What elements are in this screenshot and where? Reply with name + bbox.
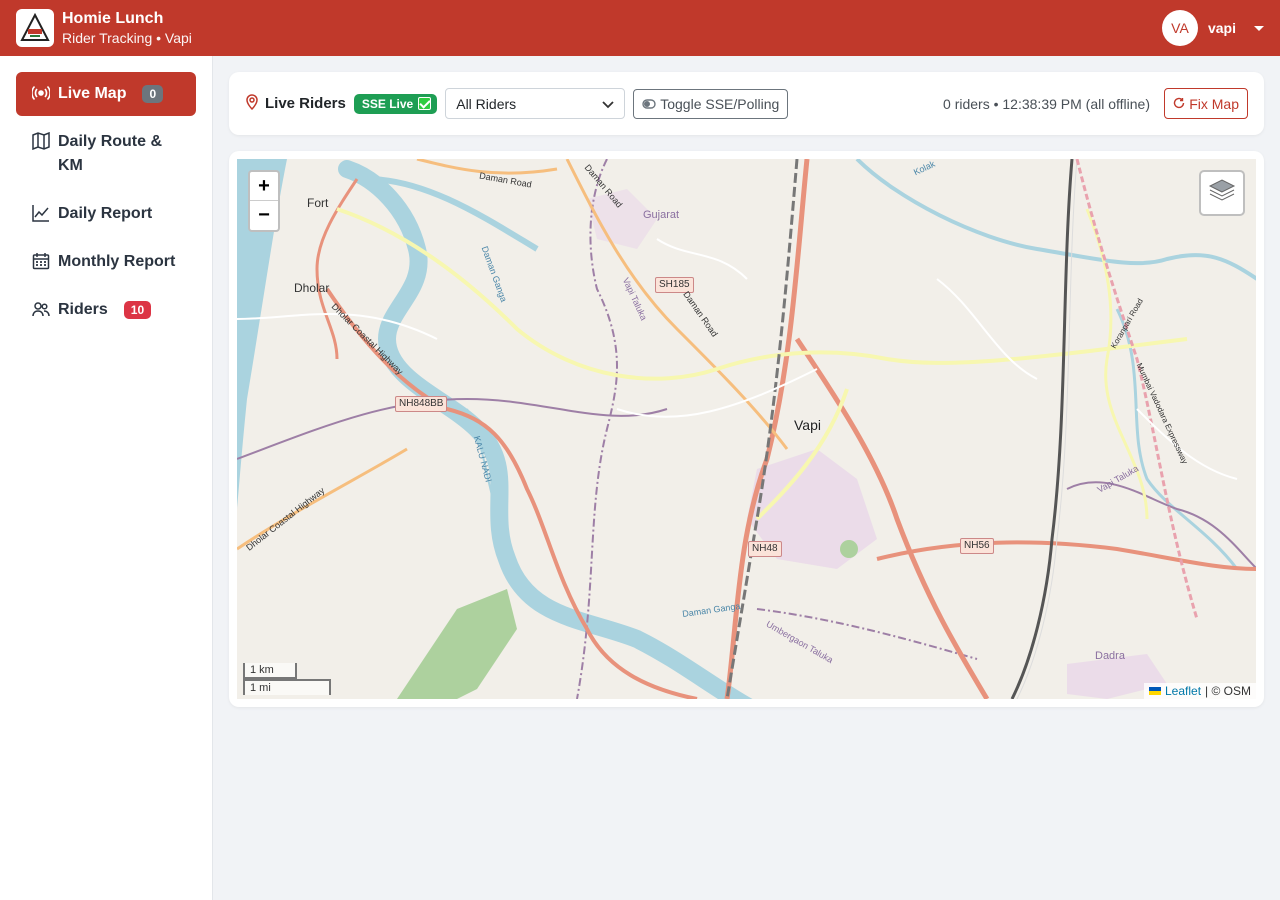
scale-mi: 1 mi — [243, 679, 331, 695]
toggle-icon — [642, 96, 656, 112]
people-icon — [32, 300, 50, 318]
leaflet-link[interactable]: Leaflet — [1165, 684, 1201, 698]
sidebar-item-label: Monthly Report — [58, 253, 176, 270]
fix-map-label: Fix Map — [1189, 95, 1239, 112]
rider-status-text: 0 riders • 12:38:39 PM (all offline) — [943, 96, 1150, 112]
osm-attribution: | © OSM — [1205, 684, 1251, 698]
live-riders-heading: Live Riders — [245, 93, 346, 114]
chevron-down-icon[interactable] — [1254, 25, 1264, 31]
calendar-icon — [32, 252, 50, 270]
map-tiles[interactable] — [237, 159, 1256, 699]
map-attribution: Leaflet | © OSM — [1144, 683, 1256, 699]
user-name[interactable]: vapi — [1208, 20, 1236, 36]
sse-live-badge: SSE Live — [353, 93, 438, 114]
layers-control-button[interactable] — [1199, 170, 1245, 216]
live-riders-title: Live Riders — [265, 95, 346, 112]
app-subtitle: Rider Tracking • Vapi — [62, 30, 192, 46]
sidebar-item-daily-route[interactable]: Daily Route & KM — [16, 120, 196, 188]
avatar[interactable]: VA — [1161, 10, 1198, 46]
map-place-vapi: Vapi — [794, 417, 821, 433]
map-place-fort: Fort — [307, 196, 329, 210]
app-title: Homie Lunch — [62, 10, 164, 27]
fix-map-button[interactable]: Fix Map — [1164, 88, 1248, 119]
map-place-gujarat: Gujarat — [643, 209, 680, 221]
map-place-dadra: Dadra — [1095, 650, 1125, 662]
road-shield-nh56: NH56 — [960, 538, 994, 554]
sse-live-label: SSE Live — [361, 96, 414, 111]
check-icon — [418, 97, 432, 110]
chevron-down-icon — [602, 96, 614, 112]
ukraine-flag-icon — [1149, 687, 1161, 695]
zoom-out-button[interactable]: − — [250, 201, 278, 230]
layers-icon — [1208, 178, 1236, 209]
live-rider-count-badge: 0 — [142, 85, 164, 103]
map-pin-icon — [245, 93, 259, 114]
toggle-sse-polling-button[interactable]: Toggle SSE/Polling — [633, 88, 789, 119]
rider-filter-select[interactable]: All Riders — [445, 88, 626, 119]
sidebar-item-label: Daily Report — [58, 205, 153, 222]
riders-count-badge: 10 — [123, 301, 152, 319]
scale-km: 1 km — [243, 663, 297, 679]
road-shield-nh848bb: NH848BB — [395, 396, 448, 412]
sidebar-item-label: Riders — [58, 301, 108, 318]
map-icon — [32, 132, 50, 150]
chart-line-icon — [32, 204, 50, 222]
sidebar-item-live-map[interactable]: Live Map 0 — [16, 72, 196, 116]
broadcast-icon — [32, 84, 50, 102]
sidebar-item-label: Live Map — [58, 85, 127, 102]
sidebar-item-monthly-report[interactable]: Monthly Report — [16, 240, 196, 284]
live-map[interactable]: Vapi Fort Dholar Gujarat Dadra SH185 NH8… — [237, 159, 1256, 699]
app-header: Homie Lunch Rider Tracking • Vapi VA vap… — [0, 0, 1280, 56]
live-riders-toolbar: Live Riders SSE Live All Riders Toggle S… — [229, 72, 1264, 135]
toggle-sse-polling-label: Toggle SSE/Polling — [660, 95, 780, 112]
sidebar-item-riders[interactable]: Riders 10 — [16, 288, 196, 332]
road-shield-nh48: NH48 — [748, 541, 782, 557]
sidebar-item-label: Daily Route & KM — [58, 133, 163, 174]
rider-filter-value: All Riders — [456, 95, 517, 112]
zoom-in-button[interactable]: + — [250, 172, 278, 201]
map-card: Vapi Fort Dholar Gujarat Dadra SH185 NH8… — [229, 151, 1264, 707]
homie-lunch-logo[interactable] — [16, 9, 54, 47]
map-place-dholar: Dholar — [294, 281, 330, 295]
sidebar-item-daily-report[interactable]: Daily Report — [16, 192, 196, 236]
sidebar: Live Map 0 Daily Route & KM Daily Report… — [0, 56, 213, 900]
map-scale: 1 km 1 mi — [243, 663, 331, 695]
zoom-control: + − — [248, 170, 280, 232]
user-menu[interactable]: VA vapi — [1161, 10, 1264, 46]
refresh-icon — [1173, 96, 1185, 112]
